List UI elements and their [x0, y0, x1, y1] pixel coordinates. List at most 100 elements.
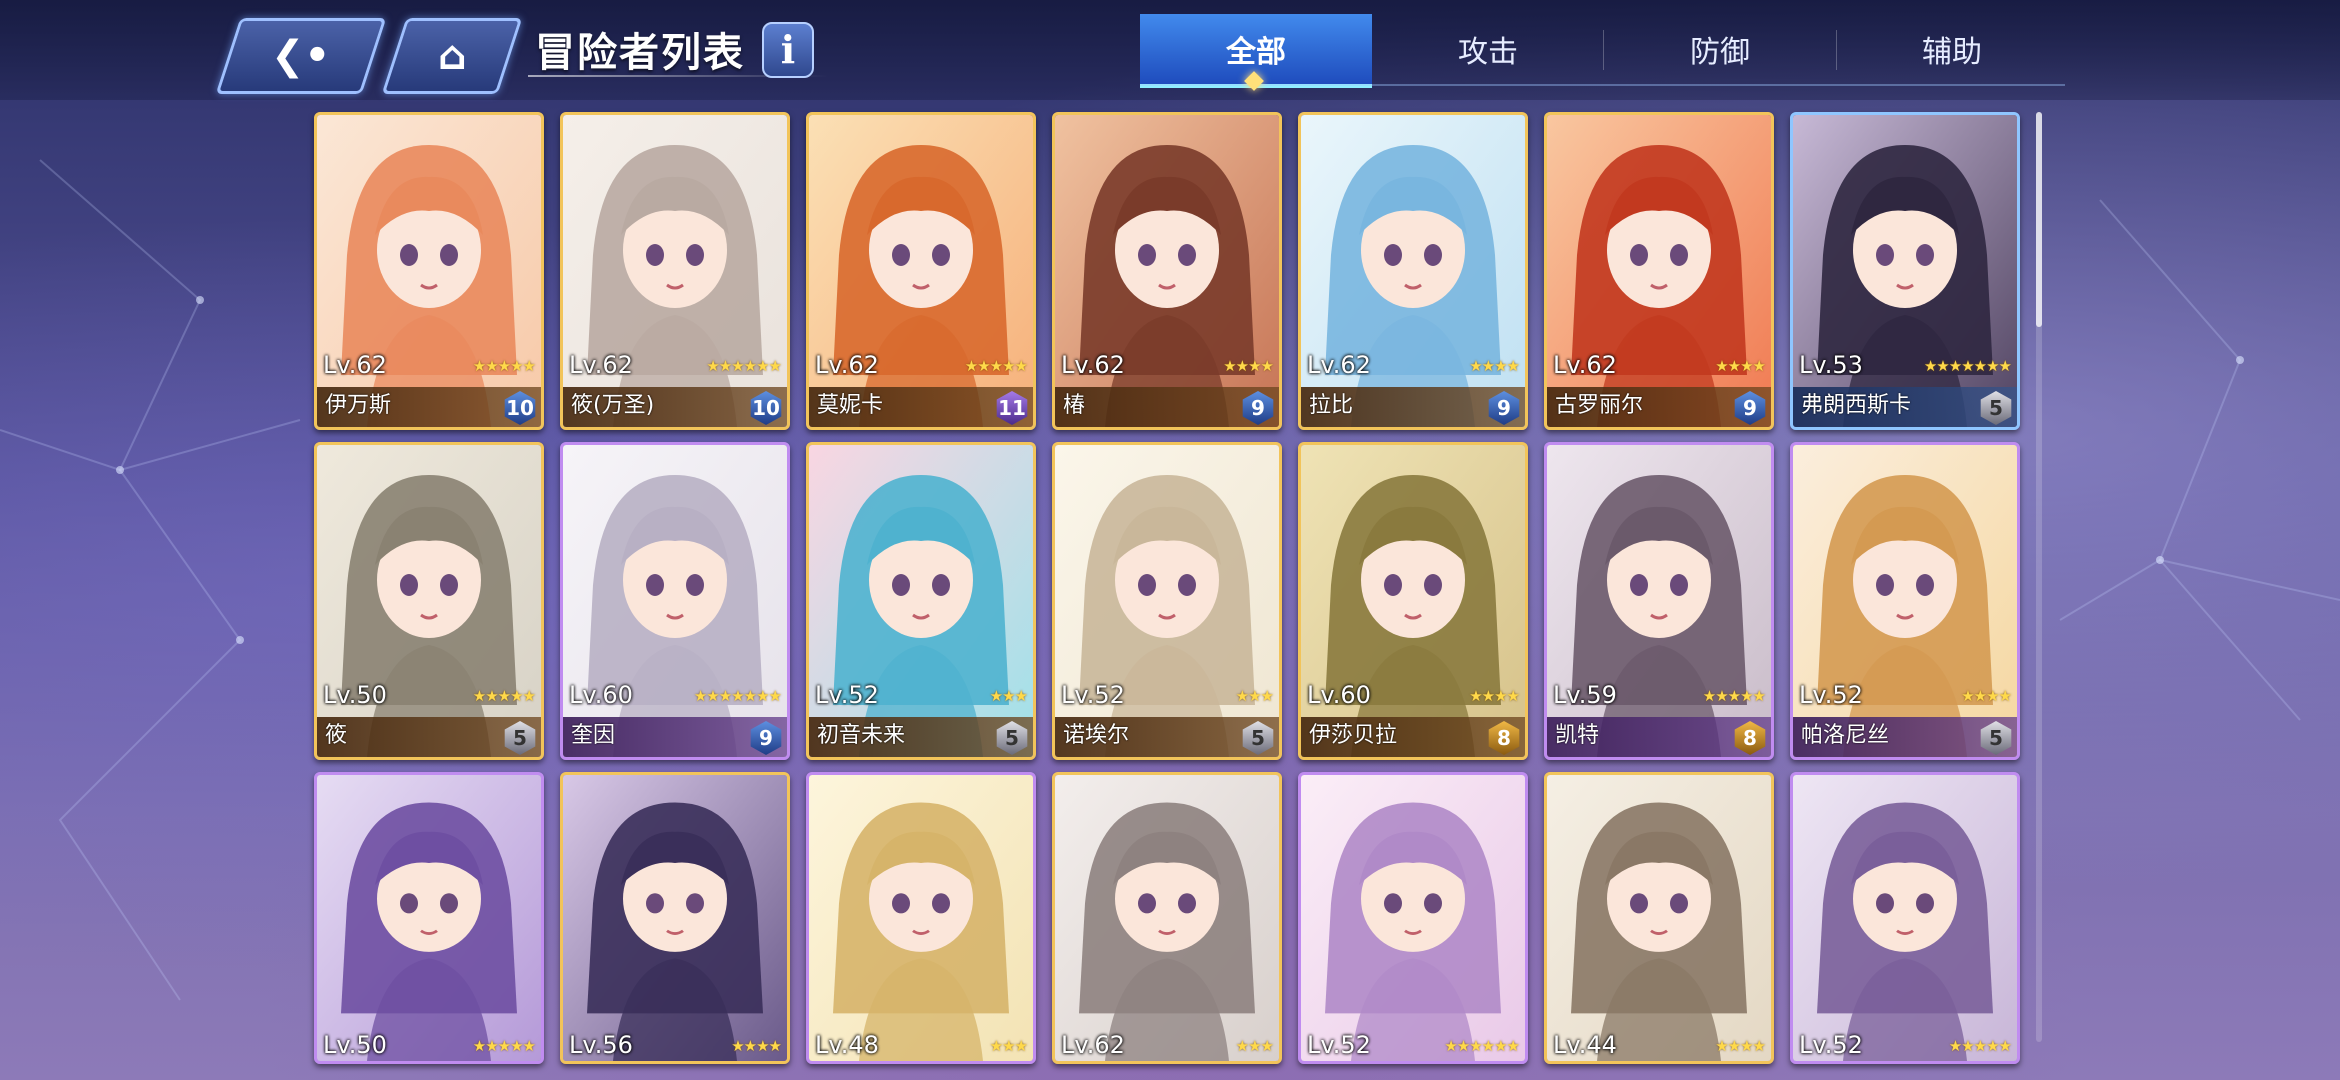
back-arrow-icon: ❮•: [271, 33, 331, 79]
character-name: 初音未来: [817, 723, 906, 748]
character-portrait: [317, 445, 541, 757]
star-rating: ★★★★★: [964, 357, 1028, 375]
level-label: Lv.60: [569, 681, 633, 709]
grid-scrollbar[interactable]: [2036, 112, 2042, 1042]
adventurer-card[interactable]: Lv.62 ★★★★★ 伊万斯 10: [314, 112, 544, 430]
adventurer-card[interactable]: Lv.52 ★★★ 初音未来 5: [806, 442, 1036, 760]
level-label: Lv.44: [1553, 1031, 1617, 1059]
star-rating: ★★★★: [1961, 687, 2012, 705]
adventurer-card[interactable]: Lv.56 ★★★★: [560, 772, 790, 1064]
character-portrait: [1547, 775, 1771, 1061]
back-button[interactable]: ❮•: [215, 18, 387, 94]
tab-attack[interactable]: 攻击: [1372, 14, 1604, 84]
adventurer-card[interactable]: Lv.48 ★★★: [806, 772, 1036, 1064]
character-portrait: [1793, 445, 2017, 757]
tabs-baseline: [1140, 84, 2065, 86]
level-label: Lv.62: [1061, 1031, 1125, 1059]
adventurer-card[interactable]: Lv.50 ★★★★★: [314, 772, 544, 1064]
star-rating: ★★★★★: [1948, 1037, 2012, 1055]
level-label: Lv.53: [1799, 351, 1863, 379]
adventurer-card[interactable]: Lv.52 ★★★★★★: [1298, 772, 1528, 1064]
star-rating: ★★★★: [1715, 1037, 1766, 1055]
character-portrait: [1301, 115, 1525, 427]
character-name: 诺埃尔: [1063, 723, 1130, 748]
tab-defense[interactable]: 防御: [1604, 14, 1836, 84]
character-name: 筱(万圣): [571, 393, 655, 418]
level-label: Lv.62: [815, 351, 879, 379]
character-name: 拉比: [1309, 393, 1354, 418]
character-name: 弗朗西斯卡: [1801, 393, 1912, 418]
character-portrait: [1055, 115, 1279, 427]
scroll-thumb[interactable]: [2036, 112, 2042, 327]
adventurer-card[interactable]: Lv.53 ★★★★★★★ 弗朗西斯卡 5: [1790, 112, 2020, 430]
adventurer-card[interactable]: Lv.62 ★★★★★ 莫妮卡 11: [806, 112, 1036, 430]
adventurer-card[interactable]: Lv.62 ★★★★ 拉比 9: [1298, 112, 1528, 430]
adventurer-card[interactable]: Lv.52 ★★★★ 帕洛尼丝 5: [1790, 442, 2020, 760]
level-label: Lv.62: [1307, 351, 1371, 379]
star-rating: ★★★★★★: [706, 357, 782, 375]
adventurer-card[interactable]: Lv.50 ★★★★★ 筱 5: [314, 442, 544, 760]
adventurer-card[interactable]: Lv.60 ★★★★ 伊莎贝拉 8: [1298, 442, 1528, 760]
page-title: 冒险者列表: [535, 30, 745, 76]
adventurer-card[interactable]: Lv.60 ★★★★★★★ 奎因 9: [560, 442, 790, 760]
level-label: Lv.48: [815, 1031, 879, 1059]
character-portrait: [563, 775, 787, 1061]
star-rating: ★★★★★★★: [693, 687, 782, 705]
character-name: 奎因: [571, 723, 616, 748]
character-portrait: [1055, 775, 1279, 1061]
character-name: 凯特: [1555, 723, 1600, 748]
character-portrait: [809, 445, 1033, 757]
adventurer-grid: Lv.62 ★★★★★ 伊万斯 10 Lv.62 ★★★★★★ 筱(万圣) 10 Lv.62 ★★…: [314, 112, 2020, 1080]
adventurer-card[interactable]: Lv.62 ★★★★ 椿 9: [1052, 112, 1282, 430]
character-portrait: [1301, 775, 1525, 1061]
character-portrait: [1547, 445, 1771, 757]
adventurer-card[interactable]: Lv.62 ★★★★ 古罗丽尔 9: [1544, 112, 1774, 430]
level-label: Lv.59: [1553, 681, 1617, 709]
adventurer-card[interactable]: Lv.62 ★★★: [1052, 772, 1282, 1064]
character-name: 椿: [1063, 393, 1086, 418]
level-label: Lv.52: [1307, 1031, 1371, 1059]
star-rating: ★★★: [989, 687, 1028, 705]
level-label: Lv.52: [1799, 681, 1863, 709]
star-rating: ★★★★: [731, 1037, 782, 1055]
character-portrait: [1055, 445, 1279, 757]
character-portrait: [563, 115, 787, 427]
star-rating: ★★★: [989, 1037, 1028, 1055]
character-name: 帕洛尼丝: [1801, 723, 1890, 748]
home-icon: ⌂: [437, 33, 467, 79]
character-name: 伊万斯: [325, 393, 392, 418]
adventurer-card[interactable]: Lv.52 ★★★ 诺埃尔 5: [1052, 442, 1282, 760]
info-button[interactable]: i: [762, 22, 814, 78]
adventurer-card[interactable]: Lv.44 ★★★★: [1544, 772, 1774, 1064]
level-label: Lv.50: [323, 1031, 387, 1059]
character-name: 伊莎贝拉: [1309, 723, 1398, 748]
character-portrait: [317, 115, 541, 427]
character-name: 筱: [325, 723, 348, 748]
level-label: Lv.62: [323, 351, 387, 379]
adventurer-card[interactable]: Lv.52 ★★★★★: [1790, 772, 2020, 1064]
adventurer-card[interactable]: Lv.59 ★★★★★ 凯特 8: [1544, 442, 1774, 760]
character-portrait: [1793, 115, 2017, 427]
level-label: Lv.52: [1061, 681, 1125, 709]
level-label: Lv.56: [569, 1031, 633, 1059]
character-portrait: [317, 775, 541, 1061]
character-name: 莫妮卡: [817, 393, 884, 418]
star-rating: ★★★★★: [472, 1037, 536, 1055]
character-portrait: [563, 445, 787, 757]
star-rating: ★★★★: [1715, 357, 1766, 375]
star-rating: ★★★★★: [1702, 687, 1766, 705]
home-button[interactable]: ⌂: [381, 18, 523, 94]
star-rating: ★★★★★: [472, 357, 536, 375]
star-rating: ★★★★: [1469, 357, 1520, 375]
star-rating: ★★★★★: [472, 687, 536, 705]
level-label: Lv.62: [569, 351, 633, 379]
level-label: Lv.52: [815, 681, 879, 709]
tab-support[interactable]: 辅助: [1836, 14, 2068, 84]
star-rating: ★★★★: [1469, 687, 1520, 705]
character-name: 古罗丽尔: [1555, 393, 1644, 418]
level-label: Lv.62: [1061, 351, 1125, 379]
adventurer-card[interactable]: Lv.62 ★★★★★★ 筱(万圣) 10: [560, 112, 790, 430]
filter-tabs: 全部 攻击 防御 辅助: [1140, 14, 2070, 88]
star-rating: ★★★: [1235, 1037, 1274, 1055]
character-portrait: [1301, 445, 1525, 757]
